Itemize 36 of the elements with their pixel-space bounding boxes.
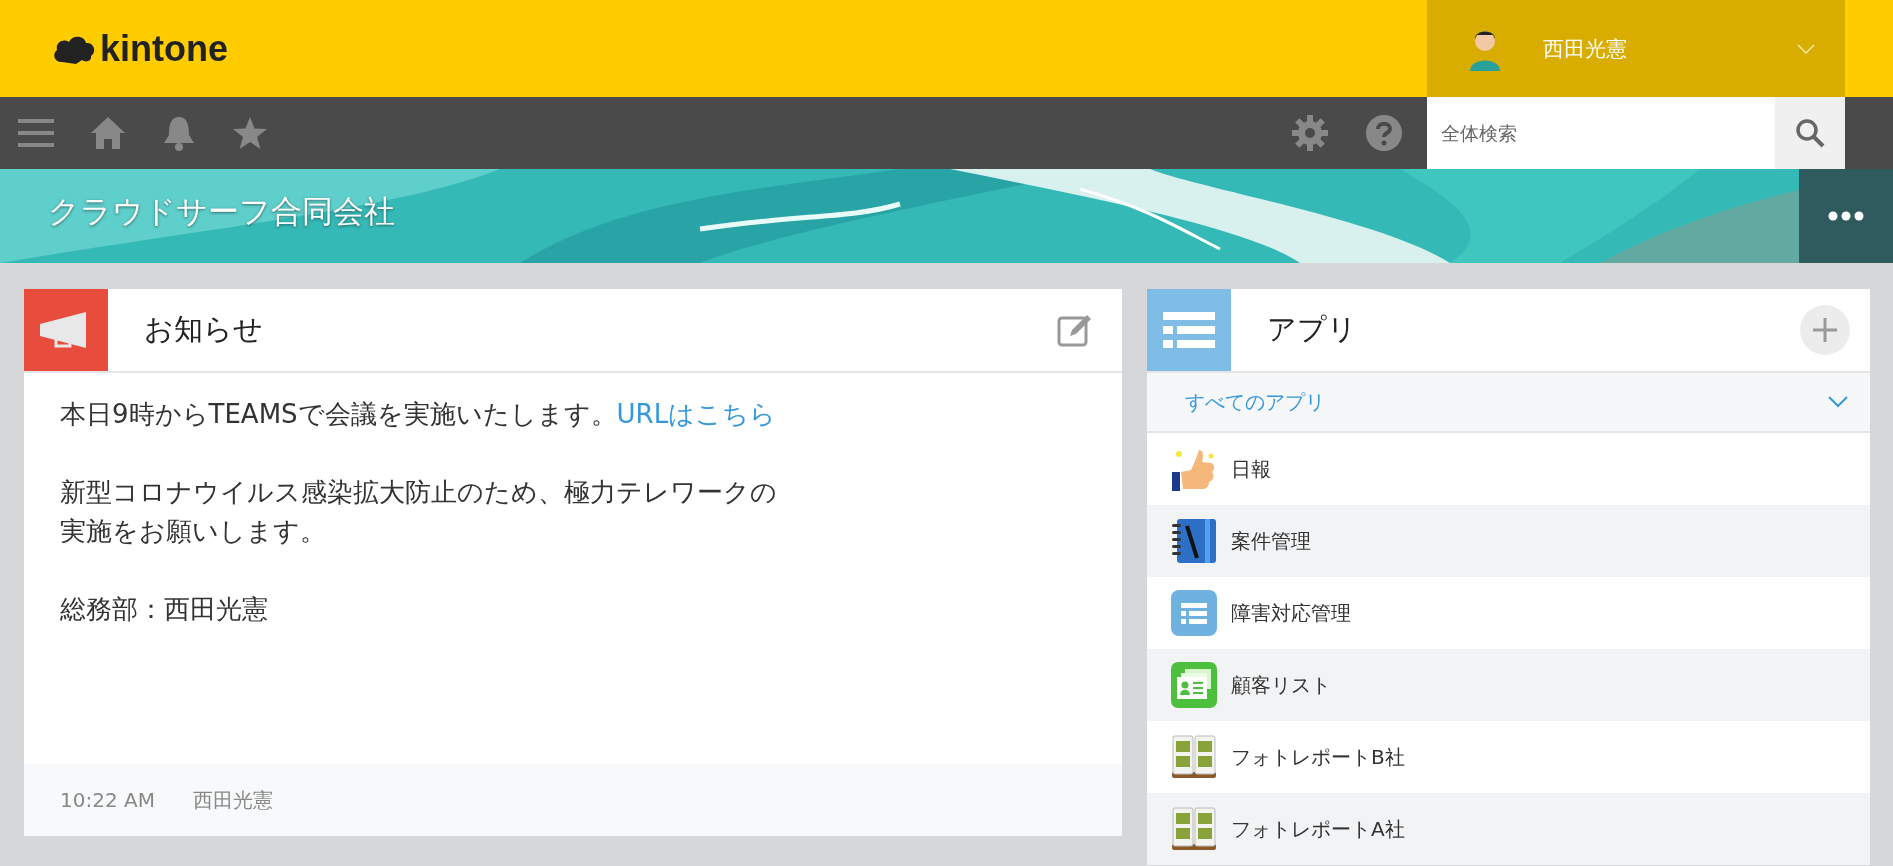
photo-album-icon [1171, 734, 1217, 780]
star-icon[interactable] [232, 116, 268, 150]
app-item[interactable]: 障害対応管理 [1147, 577, 1870, 649]
logo-text: kintone [100, 27, 228, 70]
search-button[interactable] [1775, 97, 1845, 169]
add-button[interactable] [1800, 305, 1850, 355]
more-button[interactable] [1799, 169, 1893, 263]
contact-card-icon [1171, 662, 1217, 708]
post-time: 10:22 AM [60, 788, 155, 812]
plus-icon [1811, 316, 1839, 344]
settings-icon[interactable] [1291, 114, 1329, 152]
search-field[interactable]: 全体検索 [1427, 97, 1775, 169]
bell-icon[interactable] [162, 115, 196, 151]
space-title: クラウドサーフ合同会社 [48, 192, 395, 231]
card-title: お知らせ [144, 311, 264, 348]
card-title: アプリ [1267, 311, 1358, 348]
app-item[interactable]: フォトレポートA社 [1147, 793, 1870, 865]
photo-album-icon [1171, 806, 1217, 852]
app-item[interactable]: 案件管理 [1147, 505, 1870, 577]
notice-paragraph: 本日9時からTEAMSで会議を実施いたします。URLはこちら [60, 398, 778, 431]
home-icon[interactable] [90, 116, 126, 150]
notebook-icon [1171, 518, 1217, 564]
more-icon [1828, 211, 1864, 221]
help-icon[interactable] [1365, 114, 1403, 152]
app-item[interactable]: 日報 [1147, 433, 1870, 505]
menu-icon[interactable] [18, 117, 54, 149]
list-icon [1171, 590, 1217, 636]
notice-paragraph: 新型コロナウイルス感染拡大防止のため、極力テレワークの実施をお願いします。 [60, 476, 778, 548]
edit-icon[interactable] [1056, 312, 1092, 348]
chevron-down-icon [1797, 43, 1815, 54]
post-author: 西田光憲 [192, 786, 273, 814]
app-item[interactable]: フォトレポートB社 [1147, 721, 1870, 793]
notice-paragraph: 総務部：西田光憲 [60, 593, 269, 626]
search-icon [1795, 118, 1825, 148]
app-item[interactable]: 顧客リスト [1147, 649, 1870, 721]
chevron-down-icon [1828, 396, 1848, 408]
